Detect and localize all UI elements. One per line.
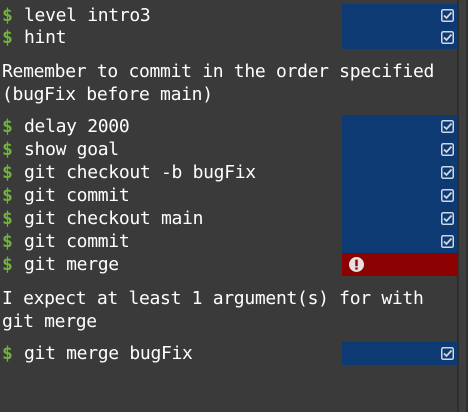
command-status-bar	[342, 184, 457, 207]
command-text: level intro3	[24, 5, 151, 26]
command-line: $ delay 2000	[0, 115, 457, 138]
command-text: show goal	[24, 139, 119, 160]
command-text: git checkout main	[24, 208, 204, 229]
command-line: $ git checkout -b bugFix	[0, 161, 457, 184]
check-icon	[441, 120, 454, 133]
error-message-line-1: I expect at least 1 argument(s) for with	[2, 288, 424, 309]
check-icon	[441, 189, 454, 202]
check-icon	[441, 9, 454, 22]
prompt-symbol: $	[2, 27, 13, 48]
command-line: $ git checkout main	[0, 207, 457, 230]
command-text: git merge	[24, 254, 119, 275]
command-status-bar	[342, 138, 457, 161]
command-status-bar	[342, 230, 457, 253]
command-status-bar	[342, 342, 457, 365]
scrollbar-thumb[interactable]	[459, 0, 466, 412]
command-status-bar	[342, 115, 457, 138]
command-line: $ show goal	[0, 138, 457, 161]
command-text: git merge bugFix	[24, 343, 193, 364]
command-line: $ level intro3	[0, 4, 457, 27]
command-status-bar	[342, 4, 457, 27]
prompt-symbol: $	[2, 254, 13, 275]
prompt-symbol: $	[2, 185, 13, 206]
check-icon	[441, 212, 454, 225]
command-status-bar	[342, 207, 457, 230]
prompt-symbol: $	[2, 116, 13, 137]
prompt-symbol: $	[2, 139, 13, 160]
command-line: $ hint	[0, 26, 457, 49]
check-icon	[441, 347, 454, 360]
hint-message-line-2: (bugFix before main)	[2, 84, 213, 105]
check-icon	[441, 31, 454, 44]
terminal-window: $ level intro3 $ hint Remember to commit…	[0, 0, 468, 412]
command-line: $ git commit	[0, 230, 457, 253]
command-status-bar	[342, 26, 457, 49]
command-text: git checkout -b bugFix	[24, 162, 256, 183]
command-status-bar	[342, 253, 457, 276]
command-text: delay 2000	[24, 116, 130, 137]
command-text: hint	[24, 27, 67, 48]
prompt-symbol: $	[2, 231, 13, 252]
command-line: $ git commit	[0, 184, 457, 207]
check-icon	[441, 235, 454, 248]
command-text: git commit	[24, 185, 130, 206]
prompt-symbol: $	[2, 5, 13, 26]
prompt-symbol: $	[2, 162, 13, 183]
command-text: git commit	[24, 231, 130, 252]
error-icon	[349, 257, 364, 272]
command-line: $ git merge	[0, 253, 457, 276]
prompt-symbol: $	[2, 208, 13, 229]
check-icon	[441, 166, 454, 179]
prompt-symbol: $	[2, 343, 13, 364]
command-status-bar	[342, 161, 457, 184]
command-line: $ git merge bugFix	[0, 342, 457, 365]
error-message-line-2: git merge	[2, 311, 97, 332]
check-icon	[441, 143, 454, 156]
hint-message-line-1: Remember to commit in the order specifie…	[2, 61, 435, 82]
